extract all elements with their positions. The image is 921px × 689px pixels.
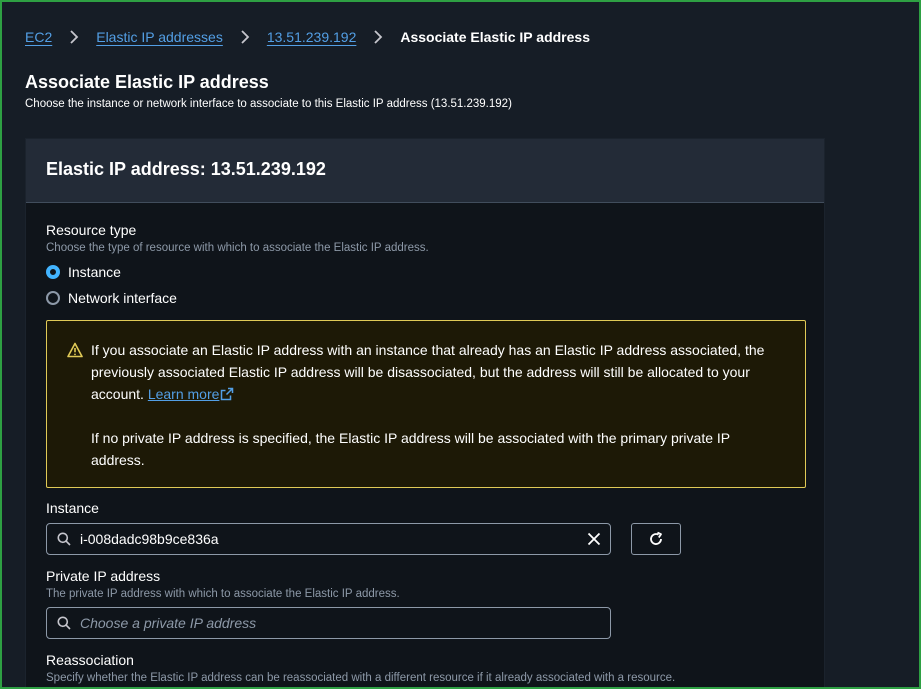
private-ip-label: Private IP address <box>46 568 161 584</box>
reassociation-description: Specify whether the Elastic IP address c… <box>46 672 676 684</box>
panel-header: Elastic IP address: 13.51.239.192 <box>26 139 824 203</box>
breadcrumb-current: Associate Elastic IP address <box>400 29 590 45</box>
private-ip-input[interactable]: Choose a private IP address <box>46 607 611 639</box>
breadcrumb-ec2[interactable]: EC2 <box>25 29 52 45</box>
private-ip-placeholder: Choose a private IP address <box>80 615 257 631</box>
page-title: Associate Elastic IP address <box>25 72 269 92</box>
clear-icon[interactable] <box>586 531 602 547</box>
radio-network-interface-indicator[interactable] <box>46 291 60 305</box>
radio-instance-label: Instance <box>68 264 121 280</box>
search-icon <box>57 616 71 630</box>
external-link-icon <box>221 387 234 401</box>
radio-instance-indicator[interactable] <box>46 265 60 279</box>
breadcrumb-elastic-ips[interactable]: Elastic IP addresses <box>96 29 223 45</box>
chevron-right-icon <box>64 28 84 46</box>
warning-alert: If you associate an Elastic IP address w… <box>46 320 806 488</box>
refresh-icon <box>650 531 662 545</box>
window-frame: EC2 Elastic IP addresses 13.51.239.192 A… <box>0 0 921 689</box>
learn-more-link[interactable]: Learn more <box>148 386 235 402</box>
reassociation-label: Reassociation <box>46 652 134 668</box>
panel-title: Elastic IP address: 13.51.239.192 <box>46 159 326 179</box>
radio-network-interface[interactable]: Network interface <box>46 290 177 306</box>
page-description: Choose the instance or network interface… <box>25 98 512 110</box>
resource-type-label: Resource type <box>46 222 137 238</box>
warning-icon <box>67 342 83 358</box>
alert-paragraph-2: If no private IP address is specified, t… <box>91 430 730 468</box>
instance-search-input[interactable]: i-008dadc98b9ce836a <box>46 523 611 555</box>
instance-label: Instance <box>46 500 99 516</box>
private-ip-description: The private IP address with which to ass… <box>46 588 400 600</box>
radio-instance[interactable]: Instance <box>46 264 121 280</box>
alert-paragraph-1: If you associate an Elastic IP address w… <box>91 339 785 405</box>
refresh-button[interactable] <box>631 523 681 555</box>
breadcrumb-ip[interactable]: 13.51.239.192 <box>267 29 357 45</box>
search-icon <box>57 532 71 546</box>
chevron-right-icon <box>368 28 388 46</box>
learn-more-label: Learn more <box>147 386 220 402</box>
radio-network-interface-label: Network interface <box>68 290 177 306</box>
chevron-right-icon <box>235 28 255 46</box>
instance-value: i-008dadc98b9ce836a <box>80 531 219 547</box>
elastic-ip-panel: Elastic IP address: 13.51.239.192 Resour… <box>25 138 825 687</box>
breadcrumb: EC2 Elastic IP addresses 13.51.239.192 A… <box>25 28 590 46</box>
resource-type-description: Choose the type of resource with which t… <box>46 242 429 254</box>
